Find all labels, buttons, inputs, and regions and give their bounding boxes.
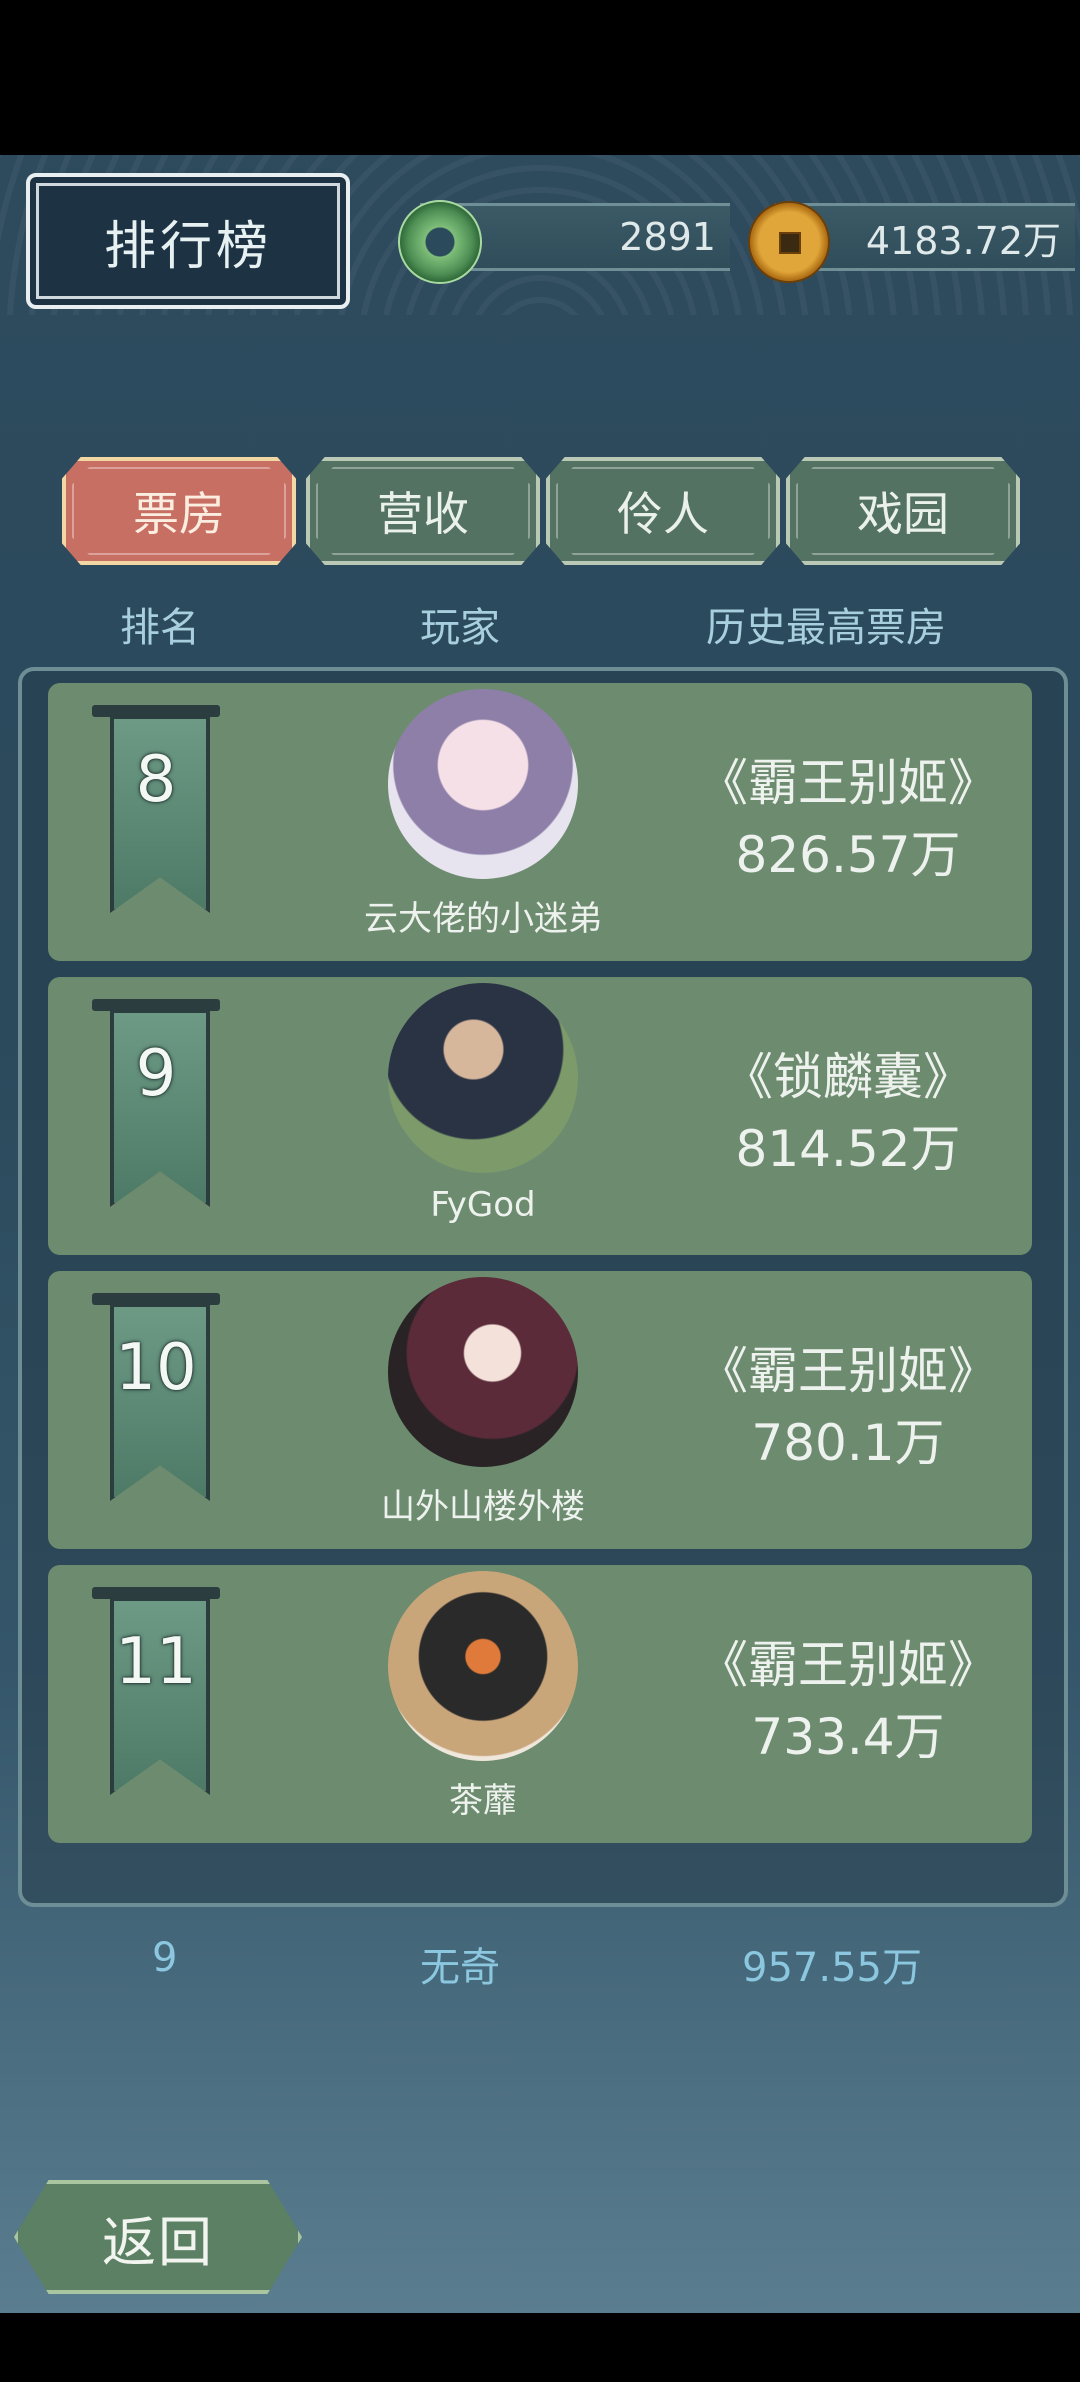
box-office-amount: 814.52万 bbox=[735, 1120, 961, 1178]
ranking-row[interactable]: 9 FyGod 《锁麟囊》 814.52万 bbox=[48, 977, 1032, 1255]
coin-value: 4183.72万 bbox=[865, 218, 1061, 263]
leaderboard-screen: 排行榜 2891 4183.72万 票房 营收 伶人 戏园 排名 玩家 历史最高… bbox=[0, 155, 1080, 2313]
self-player-name: 无奇 bbox=[420, 1945, 500, 1991]
play-title: 《霸王别姬》 bbox=[698, 1342, 998, 1400]
player-name: 云大佬的小迷弟 bbox=[364, 899, 602, 939]
tab-box-office[interactable]: 票房 bbox=[62, 457, 296, 565]
avatar[interactable] bbox=[388, 689, 578, 879]
avatar[interactable] bbox=[388, 1571, 578, 1761]
rank-banner-icon: 10 bbox=[92, 1293, 220, 1501]
player-name: FyGod bbox=[430, 1185, 536, 1225]
jade-value: 2891 bbox=[619, 215, 716, 259]
rank-number: 9 bbox=[135, 1037, 177, 1111]
coin-icon bbox=[748, 201, 830, 283]
ranking-row[interactable]: 8 云大佬的小迷弟 《霸王别姬》 826.57万 bbox=[48, 683, 1032, 961]
box-office-amount: 733.4万 bbox=[751, 1708, 945, 1766]
column-header-player: 玩家 bbox=[420, 605, 500, 651]
column-header-rank: 排名 bbox=[120, 605, 200, 651]
player-name: 茶蘼 bbox=[449, 1781, 517, 1821]
ranking-row[interactable]: 10 山外山楼外楼 《霸王别姬》 780.1万 bbox=[48, 1271, 1032, 1549]
rank-banner-icon: 9 bbox=[92, 999, 220, 1207]
rank-number: 10 bbox=[115, 1331, 197, 1405]
play-title: 《霸王别姬》 bbox=[698, 754, 998, 812]
rank-banner-icon: 8 bbox=[92, 705, 220, 913]
ranking-list[interactable]: 8 云大佬的小迷弟 《霸王别姬》 826.57万 9 FyGod 《锁麟囊》 8… bbox=[18, 667, 1068, 1907]
jade-icon bbox=[398, 200, 482, 284]
play-title: 《锁麟囊》 bbox=[723, 1048, 973, 1106]
ranking-row[interactable]: 11 茶蘼 《霸王别姬》 733.4万 bbox=[48, 1565, 1032, 1843]
self-best-amount: 957.55万 bbox=[742, 1945, 922, 1991]
box-office-amount: 780.1万 bbox=[751, 1414, 945, 1472]
tab-performers[interactable]: 伶人 bbox=[546, 457, 780, 565]
box-office-amount: 826.57万 bbox=[735, 826, 961, 884]
rank-banner-icon: 11 bbox=[92, 1587, 220, 1795]
avatar[interactable] bbox=[388, 983, 578, 1173]
tab-theaters[interactable]: 戏园 bbox=[786, 457, 1020, 565]
page-title: 排行榜 bbox=[103, 216, 272, 277]
play-title: 《霸王别姬》 bbox=[698, 1636, 998, 1694]
avatar[interactable] bbox=[388, 1277, 578, 1467]
player-name: 山外山楼外楼 bbox=[381, 1487, 585, 1527]
rank-number: 11 bbox=[115, 1625, 197, 1699]
self-rank: 9 bbox=[152, 1935, 178, 1981]
tab-revenue[interactable]: 营收 bbox=[306, 457, 540, 565]
column-header-best: 历史最高票房 bbox=[706, 605, 946, 651]
title-plaque: 排行榜 bbox=[26, 173, 350, 309]
rank-number: 8 bbox=[135, 743, 177, 817]
back-button[interactable]: 返回 bbox=[14, 2180, 302, 2294]
back-button-label: 返回 bbox=[102, 2210, 214, 2274]
